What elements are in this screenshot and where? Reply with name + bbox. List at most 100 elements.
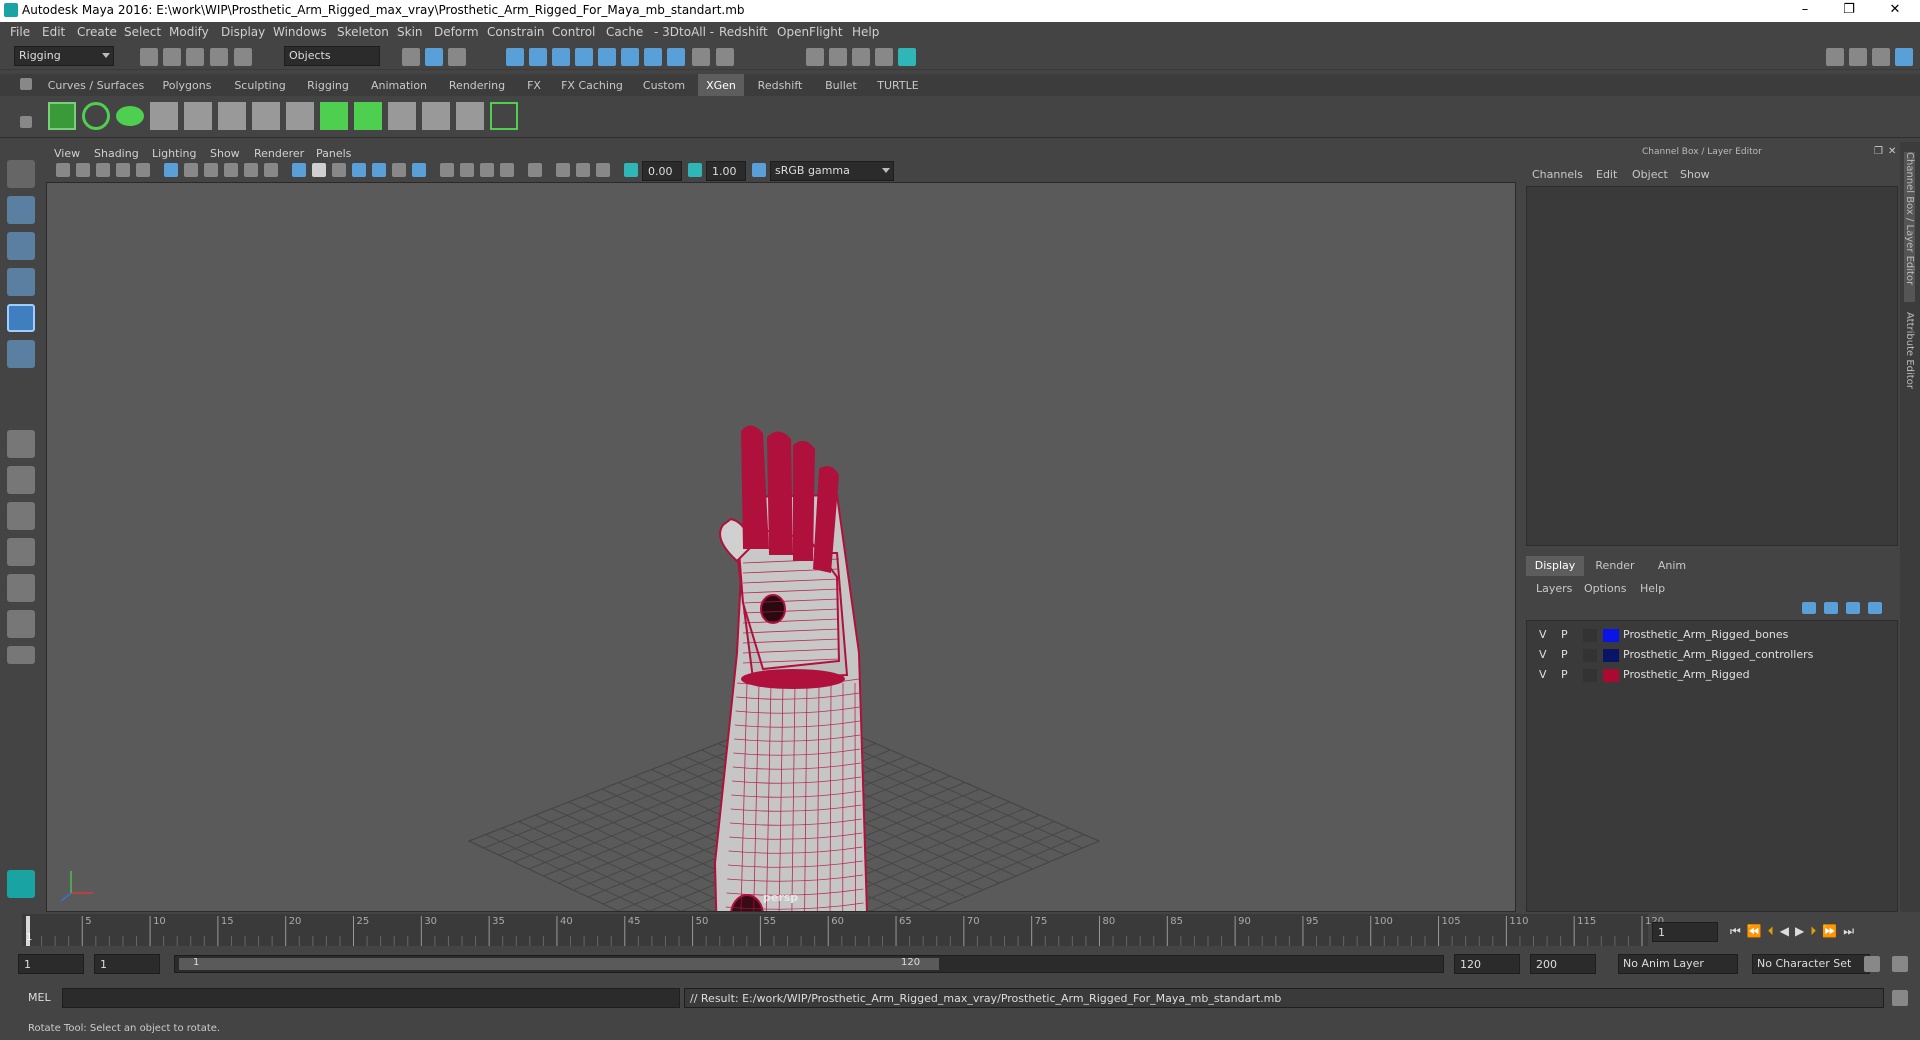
bookmark-icon[interactable] (96, 163, 110, 177)
textured-icon[interactable] (372, 163, 386, 177)
shelf-options-icon[interactable] (20, 116, 32, 128)
wireframe-on-shaded-icon[interactable] (352, 163, 366, 177)
time-slider[interactable]: 1 5 10 15 20 25 30 35 40 45 50 55 60 65 70 75 80 85 90 95 1… (0, 914, 1920, 950)
tab-custom[interactable]: Custom (634, 74, 694, 96)
selection-mask-dropdown[interactable]: Objects (284, 46, 380, 66)
snap-point-icon[interactable] (552, 48, 570, 66)
rotate-tool-icon[interactable] (7, 304, 35, 332)
color-space-dropdown[interactable]: sRGB gamma (770, 161, 894, 181)
menu-windows[interactable]: Windows (273, 25, 327, 39)
close-panel-icon[interactable]: ✕ (1888, 146, 1896, 157)
vp-menu-renderer[interactable]: Renderer (254, 147, 304, 160)
gamma-icon[interactable] (688, 163, 702, 177)
menu-3dtoall[interactable]: - 3DtoAll - (654, 25, 714, 39)
step-back-frame-icon[interactable]: ⏴ (1768, 924, 1780, 938)
xgen-add-guide-icon[interactable] (184, 102, 212, 130)
save-scene-icon[interactable] (186, 48, 204, 66)
menu-openflight[interactable]: OpenFlight (777, 25, 843, 39)
tab-display[interactable]: Display (1526, 556, 1584, 576)
two-view-layout-icon[interactable] (7, 502, 35, 530)
xgen-description-icon[interactable] (116, 106, 144, 126)
redo-icon[interactable] (234, 48, 252, 66)
xgen-preview-icon[interactable] (82, 102, 110, 130)
paint-select-tool-icon[interactable] (7, 232, 35, 260)
menu-create[interactable]: Create (77, 25, 117, 39)
shadows-icon[interactable] (412, 163, 426, 177)
tab-fx[interactable]: FX (518, 74, 550, 96)
layer-playback-toggle[interactable]: P (1561, 628, 1568, 641)
hypershade-layout-icon[interactable] (7, 610, 35, 638)
grid-toggle-icon[interactable] (164, 163, 178, 177)
layer-color-swatch[interactable] (1603, 629, 1619, 642)
animation-preferences-icon[interactable] (1892, 956, 1908, 972)
tab-curves-surfaces[interactable]: Curves / Surfaces (44, 74, 148, 96)
script-language-toggle[interactable]: MEL (28, 991, 51, 1004)
film-gate-icon[interactable] (184, 163, 198, 177)
edit-menu[interactable]: Edit (1596, 168, 1617, 181)
script-editor-icon[interactable] (1892, 990, 1908, 1006)
field-chart-icon[interactable] (244, 163, 258, 177)
vp-menu-shading[interactable]: Shading (94, 147, 139, 160)
channel-list[interactable] (1526, 186, 1898, 546)
menu-modify[interactable]: Modify (169, 25, 209, 39)
modeling-toolkit-icon[interactable] (1826, 48, 1844, 66)
layer-row[interactable]: V P Prosthetic_Arm_Rigged_controllers (1535, 645, 1895, 665)
layer-type-toggle[interactable] (1583, 669, 1597, 682)
go-to-end-icon[interactable]: ⏭ (1843, 924, 1860, 938)
range-slider[interactable]: 1 120 (174, 955, 1444, 973)
layer-row[interactable]: V P Prosthetic_Arm_Rigged (1535, 665, 1895, 685)
tab-rendering[interactable]: Rendering (440, 74, 514, 96)
xgen-cut-icon[interactable] (456, 102, 484, 130)
undo-icon[interactable] (210, 48, 228, 66)
xgen-layers-icon[interactable] (354, 102, 382, 130)
menu-redshift[interactable]: Redshift (719, 25, 768, 39)
xray-joints-icon[interactable] (576, 163, 590, 177)
range-slider-handle[interactable] (179, 958, 939, 970)
resolution-gate-icon[interactable] (204, 163, 218, 177)
xgen-editor-icon[interactable] (48, 102, 76, 130)
xgen-groom-icon[interactable] (388, 102, 416, 130)
open-scene-icon[interactable] (163, 48, 181, 66)
tab-render[interactable]: Render (1586, 556, 1644, 576)
camera-attributes-icon[interactable] (76, 163, 90, 177)
layer-playback-toggle[interactable]: P (1561, 668, 1568, 681)
tab-attribute-editor[interactable]: Attribute Editor (1904, 312, 1915, 412)
menu-constrain[interactable]: Constrain (487, 25, 545, 39)
channels-menu[interactable]: Channels (1532, 168, 1583, 181)
help-snap-icon[interactable] (667, 48, 685, 66)
snap-plane-icon[interactable] (575, 48, 593, 66)
grease-pencil-icon[interactable] (136, 163, 150, 177)
xgen-modifier-icon[interactable] (490, 102, 518, 130)
snap-center-icon[interactable] (644, 48, 662, 66)
vp-menu-show[interactable]: Show (210, 147, 240, 160)
color-management-icon[interactable] (752, 163, 766, 177)
vp-menu-view[interactable]: View (54, 147, 80, 160)
graph-layout-icon[interactable] (7, 574, 35, 602)
select-hierarchy-icon[interactable] (402, 48, 420, 66)
tab-bullet[interactable]: Bullet (816, 74, 866, 96)
select-component-icon[interactable] (448, 48, 466, 66)
motion-blur-icon[interactable] (460, 163, 474, 177)
new-scene-icon[interactable] (140, 48, 158, 66)
options-menu[interactable]: Options (1584, 582, 1626, 595)
perspective-viewport[interactable]: persp (46, 182, 1516, 912)
xgen-lock-guides-icon[interactable] (286, 102, 314, 130)
maya-home-icon[interactable] (7, 870, 35, 898)
default-material-icon[interactable] (332, 163, 346, 177)
exposure-icon[interactable] (624, 163, 638, 177)
mode-dropdown[interactable]: Rigging (14, 46, 114, 66)
lights-icon[interactable] (392, 163, 406, 177)
ambient-occlusion-icon[interactable] (440, 163, 454, 177)
current-frame-field[interactable]: 1 (1652, 922, 1718, 942)
menu-file[interactable]: File (10, 25, 30, 39)
render-view-icon[interactable] (806, 48, 824, 66)
wireframe-icon[interactable] (292, 163, 306, 177)
anti-aliasing-icon[interactable] (480, 163, 494, 177)
tab-xgen[interactable]: XGen (698, 74, 744, 96)
step-forward-frame-icon[interactable]: ⏵ (1810, 924, 1822, 938)
vp-menu-panels[interactable]: Panels (316, 147, 351, 160)
show-menu[interactable]: Show (1680, 168, 1710, 181)
anim-layer-dropdown[interactable]: No Anim Layer (1618, 954, 1738, 974)
depth-of-field-icon[interactable] (500, 163, 514, 177)
go-to-start-icon[interactable]: ⏮ (1730, 924, 1747, 938)
